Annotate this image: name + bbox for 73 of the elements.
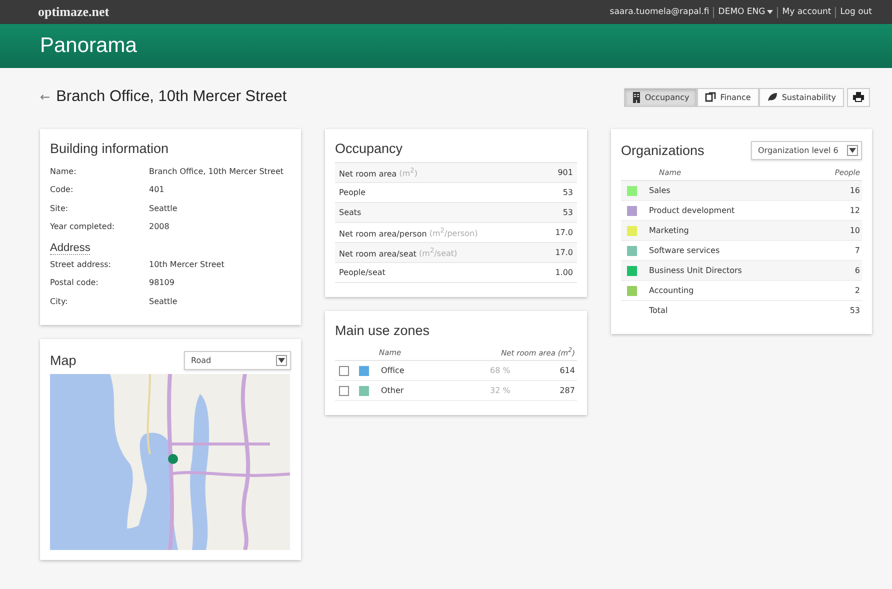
zone-name: Office bbox=[381, 366, 404, 375]
view-tab[interactable]: Occupancy bbox=[624, 88, 698, 106]
org-people: 16 bbox=[850, 186, 860, 195]
top-link[interactable]: saara.tuomela@rapal.fi bbox=[610, 7, 710, 17]
building-icon bbox=[632, 92, 641, 102]
org-people: 10 bbox=[850, 226, 860, 235]
field-label: Year completed: bbox=[50, 222, 116, 232]
top-link[interactable]: My account bbox=[782, 7, 832, 17]
org-name: Sales bbox=[649, 186, 670, 195]
total-label: Total bbox=[649, 306, 668, 315]
app-title: Panorama bbox=[40, 34, 137, 58]
field-label: Site: bbox=[50, 204, 70, 213]
card-title: Map bbox=[50, 352, 76, 368]
field-value: 10th Mercer Street bbox=[149, 260, 224, 269]
field-label: Code: bbox=[50, 185, 74, 194]
zone-name: Other bbox=[381, 386, 404, 395]
field-value: 98109 bbox=[149, 278, 174, 288]
field-value: 401 bbox=[149, 185, 164, 194]
field-value: Branch Office, 10th Mercer Street bbox=[149, 166, 284, 176]
zone-share: 68 % bbox=[490, 366, 512, 375]
metric-label: People bbox=[339, 188, 366, 197]
leaf-icon bbox=[766, 92, 778, 102]
dropdown-icon bbox=[849, 148, 856, 153]
metric-label: Net room area/seat (m$^{2}$/seat) bbox=[339, 246, 458, 258]
total-people: 53 bbox=[850, 306, 860, 315]
field-value: 2008 bbox=[149, 222, 170, 232]
field-value: Seattle bbox=[149, 204, 178, 213]
card-title: Organizations bbox=[621, 143, 704, 158]
metric-value: 1.00 bbox=[555, 268, 573, 277]
checkbox[interactable] bbox=[339, 366, 349, 376]
top-link[interactable]: Log out bbox=[840, 7, 872, 17]
zone-area: 614 bbox=[535, 366, 575, 375]
card-title: Building information bbox=[50, 141, 170, 156]
zone-area: 287 bbox=[535, 386, 575, 395]
metric-label: Net room area/person (m$^{2}$/person) bbox=[339, 226, 478, 238]
org-people: 2 bbox=[854, 286, 860, 295]
print-button[interactable] bbox=[847, 88, 870, 106]
card-title: Occupancy bbox=[335, 141, 404, 156]
metric-label: Seats bbox=[339, 208, 362, 217]
field-label: Street address: bbox=[50, 260, 112, 269]
org-name: Product development bbox=[649, 206, 735, 215]
metric-value: 17.0 bbox=[555, 248, 573, 257]
printer-icon bbox=[853, 92, 864, 102]
checkbox[interactable] bbox=[339, 386, 349, 396]
metric-value: 53 bbox=[562, 188, 573, 197]
page-title: Branch Office, 10th Mercer Street bbox=[56, 88, 287, 106]
level-select[interactable]: Organization level 6 bbox=[751, 141, 862, 160]
metric-value: 901 bbox=[558, 168, 573, 177]
view-tab[interactable]: Sustainability bbox=[758, 88, 844, 106]
metric-label: Net room area (m$^{2}$) bbox=[339, 166, 418, 178]
map-type-select[interactable]: Road bbox=[184, 350, 291, 370]
back-link[interactable]: ← bbox=[40, 90, 50, 104]
org-name: Software services bbox=[649, 246, 720, 255]
dropdown-icon bbox=[278, 358, 285, 362]
org-name: Marketing bbox=[649, 226, 689, 235]
logo[interactable]: optimaze.net bbox=[38, 4, 110, 20]
org-name: Business Unit Directors bbox=[649, 266, 742, 275]
field-label: Postal code: bbox=[50, 278, 100, 288]
field-label: City: bbox=[50, 296, 69, 306]
card-title: Main use zones bbox=[335, 323, 431, 338]
org-people: 6 bbox=[854, 266, 860, 275]
view-tab[interactable]: Finance bbox=[697, 88, 759, 106]
metric-value: 53 bbox=[562, 208, 573, 217]
field-value: Seattle bbox=[149, 296, 178, 306]
metric-label: People/seat bbox=[339, 268, 386, 277]
org-people: 12 bbox=[850, 206, 860, 215]
org-name: Accounting bbox=[649, 286, 694, 295]
metric-value: 17.0 bbox=[555, 228, 573, 237]
org-people: 7 bbox=[854, 246, 860, 255]
zone-share: 32 % bbox=[490, 386, 512, 395]
field-label: Name: bbox=[50, 166, 78, 176]
top-link[interactable]: DEMO ENG bbox=[718, 7, 774, 17]
section-title: Address bbox=[50, 242, 90, 255]
